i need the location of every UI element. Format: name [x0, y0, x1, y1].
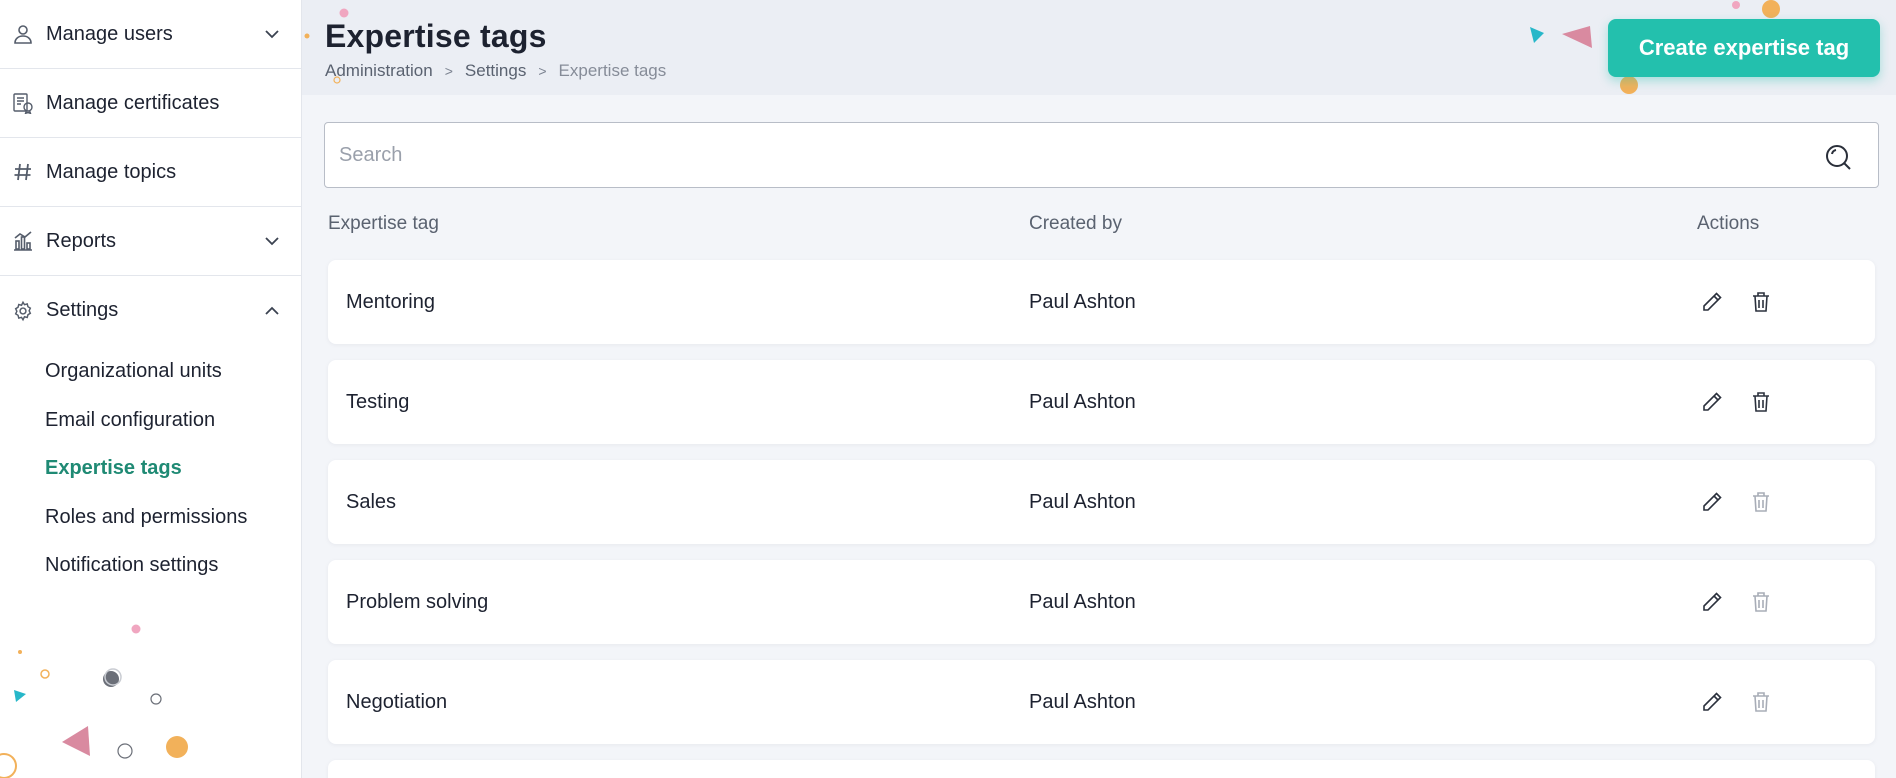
column-header-actions: Actions	[1697, 213, 1760, 234]
content-area: Expertise tag Created by Actions Mentori…	[302, 95, 1896, 778]
edit-icon[interactable]	[1697, 587, 1727, 617]
subnav-item-expertise-tags[interactable]: Expertise tags	[0, 444, 301, 493]
row-actions	[1697, 287, 1875, 317]
create-expertise-tag-button[interactable]: Create expertise tag	[1608, 19, 1880, 77]
sidebar-item-label: Settings	[46, 299, 119, 321]
subnav-item-email-configuration[interactable]: Email configuration	[0, 396, 301, 445]
search-icon[interactable]	[1824, 143, 1852, 171]
certificate-icon	[12, 92, 34, 114]
search-box	[324, 122, 1879, 188]
trash-icon[interactable]	[1746, 687, 1776, 717]
table-row: Problem solving Paul Ashton	[328, 560, 1875, 644]
row-actions	[1697, 587, 1875, 617]
search-input[interactable]	[325, 123, 1878, 187]
subnav-item-roles-and-permissions[interactable]: Roles and permissions	[0, 493, 301, 542]
trash-icon[interactable]	[1746, 587, 1776, 617]
subnav-item-organizational-units[interactable]: Organizational units	[0, 347, 301, 396]
sidebar-item-settings[interactable]: Settings	[0, 276, 301, 345]
sidebar-item-label: Manage topics	[46, 160, 177, 183]
expertise-tag-name: Problem solving	[346, 590, 489, 613]
edit-icon[interactable]	[1697, 487, 1727, 517]
chevron-down-icon[interactable]	[261, 230, 283, 252]
table-row: Sales Paul Ashton	[328, 460, 1875, 544]
expertise-tag-name: Sales	[346, 490, 397, 513]
table-header: Expertise tag Created by Actions	[324, 188, 1879, 260]
table-row: Testing Paul Ashton	[328, 360, 1875, 444]
trash-icon[interactable]	[1746, 387, 1776, 417]
table-row: Mentoring Paul Ashton	[328, 260, 1875, 344]
sidebar-item-manage-certificates[interactable]: Manage certificates	[0, 69, 301, 138]
created-by: Paul Ashton	[1029, 490, 1136, 513]
sidebar-item-label: Manage certificates	[46, 91, 220, 114]
sidebar-item-reports[interactable]: Reports	[0, 207, 301, 276]
app-root: Manage users Manage certificates Manage …	[0, 0, 1896, 778]
expertise-tag-name: Mentoring	[346, 290, 435, 313]
trash-icon[interactable]	[1746, 287, 1776, 317]
expertise-tag-name: Testing	[346, 390, 410, 413]
user-icon	[12, 23, 34, 45]
edit-icon[interactable]	[1697, 387, 1727, 417]
row-actions	[1697, 387, 1875, 417]
edit-icon[interactable]	[1697, 287, 1727, 317]
sidebar-item-label: Reports	[46, 229, 117, 252]
chevron-up-icon[interactable]	[261, 300, 283, 322]
created-by: Paul Ashton	[1029, 390, 1136, 413]
main-content: Expertise tags Administration > Settings…	[302, 0, 1896, 778]
chevron-down-icon[interactable]	[261, 23, 283, 45]
sidebar-item-manage-users[interactable]: Manage users	[0, 0, 301, 69]
settings-subnav: Organizational units Email configuration…	[0, 345, 301, 600]
decorative-confetti	[0, 624, 188, 778]
sidebar: Manage users Manage certificates Manage …	[0, 0, 302, 778]
hash-icon	[12, 161, 34, 183]
expertise-tag-name: Negotiation	[346, 690, 448, 713]
created-by: Paul Ashton	[1029, 290, 1136, 313]
sidebar-item-label: Manage users	[46, 22, 173, 45]
trash-icon[interactable]	[1746, 487, 1776, 517]
created-by: Paul Ashton	[1029, 590, 1136, 613]
column-header-created-by: Created by	[1029, 213, 1122, 234]
created-by: Paul Ashton	[1029, 690, 1136, 713]
sidebar-item-manage-topics[interactable]: Manage topics	[0, 138, 301, 207]
row-actions	[1697, 487, 1875, 517]
gear-icon	[12, 300, 34, 322]
table-row: Negotiation Paul Ashton	[328, 660, 1875, 744]
column-header-expertise-tag: Expertise tag	[328, 213, 439, 234]
edit-icon[interactable]	[1697, 687, 1727, 717]
page-header: Expertise tags Administration > Settings…	[302, 0, 1896, 95]
subnav-item-notification-settings[interactable]: Notification settings	[0, 541, 301, 590]
row-actions	[1697, 687, 1875, 717]
chart-icon	[12, 230, 34, 252]
table-row-partial	[328, 760, 1875, 778]
table-body: Mentoring Paul Ashton Testing Paul Ashto…	[324, 260, 1879, 778]
